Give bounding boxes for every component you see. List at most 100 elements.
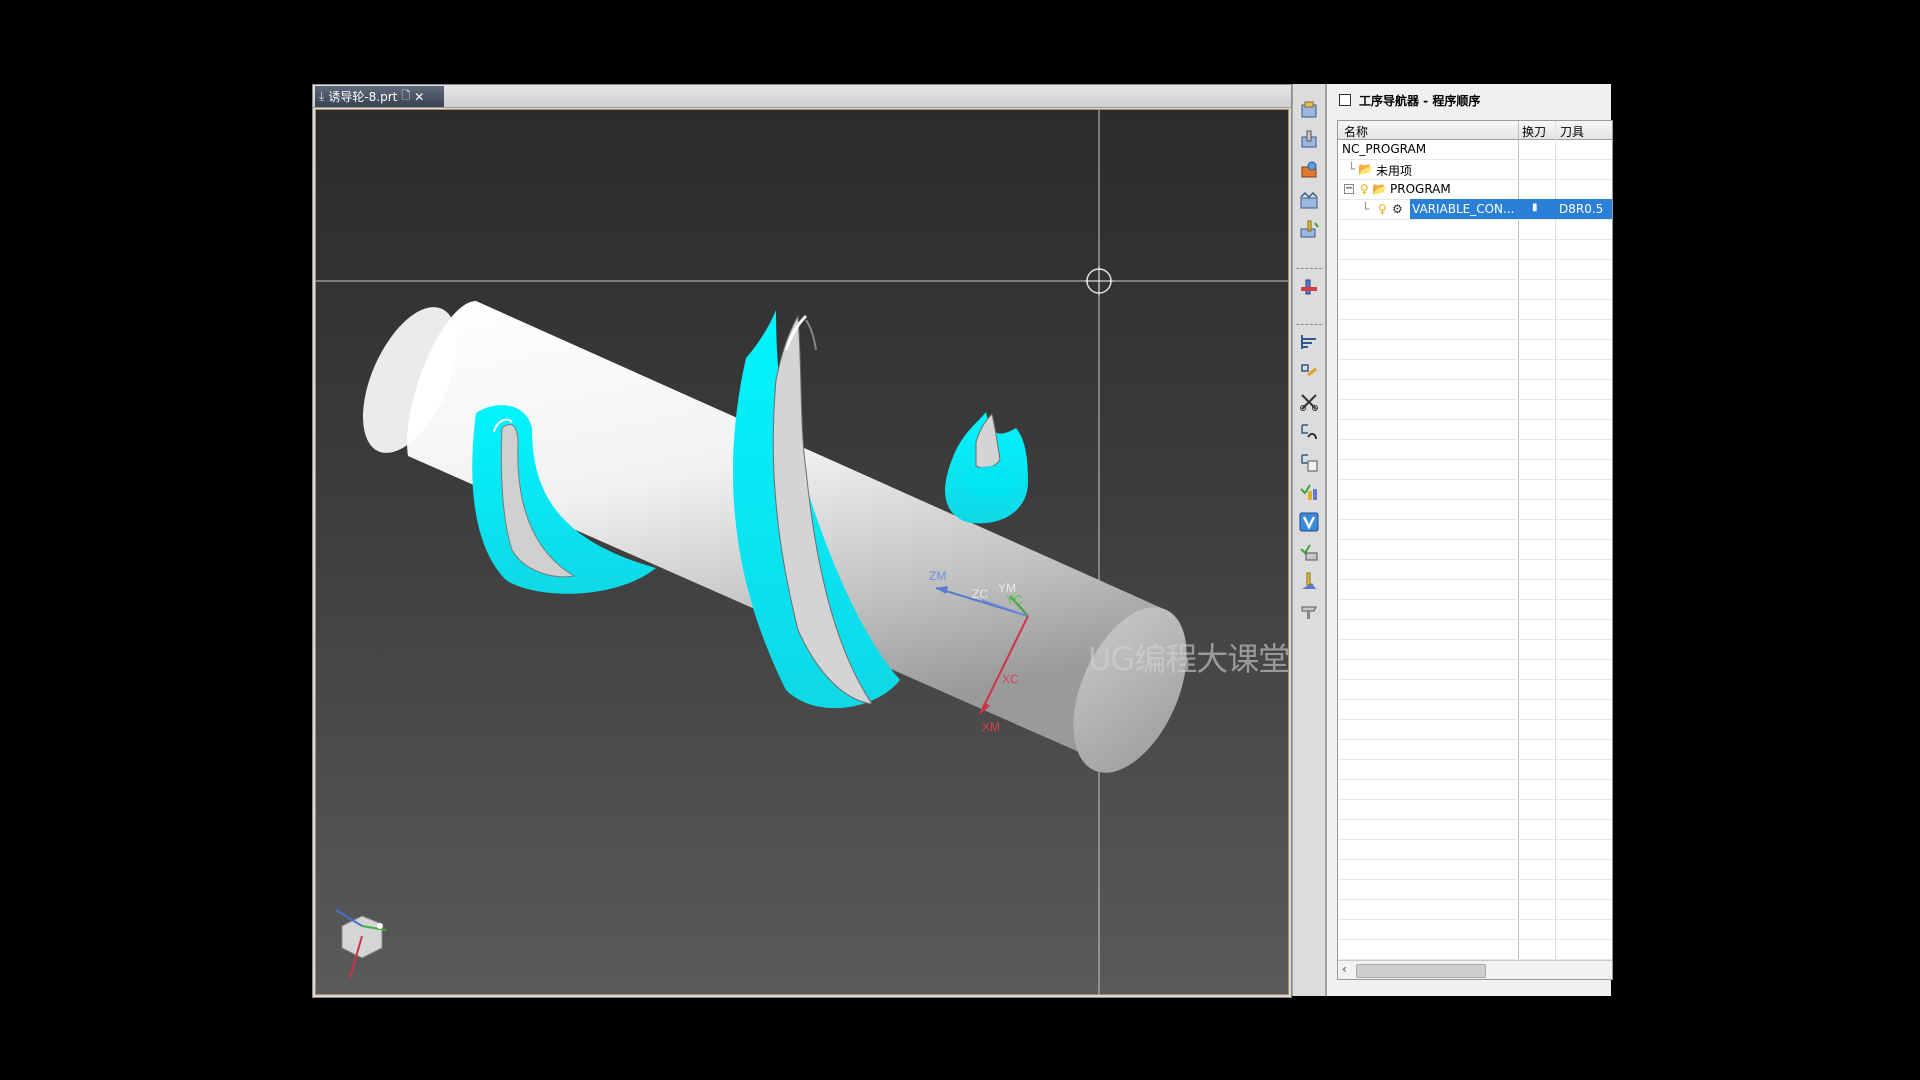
tree-row-label: VARIABLE_CON...: [1412, 202, 1515, 216]
empty-row: [1338, 939, 1612, 960]
axis-label-zm: ZM: [929, 569, 946, 583]
key-icon: ♀: [1378, 202, 1387, 216]
edit-object-icon[interactable]: [1297, 276, 1321, 300]
tree-row-label: PROGRAM: [1390, 182, 1451, 196]
toolpath-right: [945, 412, 1028, 524]
collapse-icon[interactable]: −: [1344, 184, 1354, 194]
paste-icon[interactable]: [1297, 450, 1321, 474]
close-icon[interactable]: ✕: [414, 90, 424, 104]
horizontal-scrollbar[interactable]: ‹: [1338, 960, 1612, 979]
empty-row: [1338, 239, 1612, 260]
empty-row: [1338, 919, 1612, 940]
tree-row-label: 未用项: [1376, 164, 1413, 178]
navigator-title: 工序导航器 - 程序顺序: [1359, 93, 1481, 108]
tree-row-nc-program[interactable]: NC_PROGRAM: [1338, 139, 1612, 160]
create-program-icon[interactable]: [1297, 98, 1321, 122]
operation-navigator-panel: 工序导航器 - 程序顺序 名称 换刀 刀具 NC_PROGRAM └ 📂 未用项…: [1326, 84, 1613, 996]
empty-row: [1338, 279, 1612, 300]
empty-row: [1338, 699, 1612, 720]
empty-row: [1338, 759, 1612, 780]
empty-row: [1338, 979, 1612, 980]
operation-toolbar: [1292, 84, 1326, 996]
empty-row: [1338, 559, 1612, 580]
panel-checkbox-icon[interactable]: [1339, 94, 1351, 106]
empty-row: [1338, 619, 1612, 640]
empty-row: [1338, 539, 1612, 560]
tree-row-variable-contour[interactable]: └ ♀ ⚙ VARIABLE_CON... ▮ D8R0.5: [1338, 199, 1612, 220]
empty-row: [1338, 479, 1612, 500]
verify-icon[interactable]: [1297, 480, 1321, 504]
empty-row: [1338, 779, 1612, 800]
output-icon[interactable]: [1297, 600, 1321, 624]
folder-icon: 📂: [1358, 162, 1373, 176]
tool-cell: D8R0.5: [1559, 202, 1604, 216]
tree-connector-icon: └: [1362, 202, 1370, 216]
empty-row: [1338, 359, 1612, 380]
generate-toolpath-icon[interactable]: [1297, 330, 1321, 354]
create-operation-icon[interactable]: [1297, 218, 1321, 242]
scroll-left-icon[interactable]: ‹: [1342, 962, 1347, 976]
replay-icon[interactable]: [1297, 510, 1321, 534]
key-icon: ♀: [1360, 182, 1369, 196]
tree-row-label: NC_PROGRAM: [1342, 142, 1427, 156]
graphics-viewport[interactable]: ZM ZC YM YC XC XM UG编程大课堂-莫莫: [315, 109, 1289, 995]
tree-row-unused-items[interactable]: └ 📂 未用项: [1338, 159, 1612, 180]
axis-label-xc: XC: [1002, 672, 1019, 686]
empty-row: [1338, 899, 1612, 920]
empty-row: [1338, 499, 1612, 520]
scrollbar-thumb[interactable]: [1356, 964, 1486, 978]
folder-icon: 📂: [1372, 182, 1387, 196]
list-icon[interactable]: [1297, 540, 1321, 564]
create-method-icon[interactable]: [1297, 188, 1321, 212]
pin-icon[interactable]: ⤓: [319, 89, 324, 104]
operation-icon: ⚙: [1392, 202, 1403, 216]
empty-row: [1338, 679, 1612, 700]
empty-row: [1338, 339, 1612, 360]
column-header-row: 名称 换刀 刀具: [1338, 121, 1612, 140]
empty-row: [1338, 639, 1612, 660]
tree-connector-icon: └: [1348, 162, 1356, 176]
empty-row: [1338, 839, 1612, 860]
tool-change-icon: ▮: [1532, 202, 1538, 213]
nx-cam-application: ⤓ 诱导轮-8.prt 🗋 ✕ ZM ZC YM YC XC XM UG编程大课…: [0, 0, 1920, 1080]
document-tab-title: 诱导轮-8.prt: [328, 90, 398, 104]
create-tool-icon[interactable]: [1297, 128, 1321, 152]
column-header-name[interactable]: 名称: [1344, 123, 1368, 140]
empty-row: [1338, 459, 1612, 480]
empty-row: [1338, 259, 1612, 280]
empty-row: [1338, 859, 1612, 880]
cut-icon[interactable]: [1297, 390, 1321, 414]
axis-label-xm: XM: [982, 720, 1000, 734]
empty-row: [1338, 299, 1612, 320]
column-header-tool-change[interactable]: 换刀: [1522, 123, 1546, 140]
tool-icon[interactable]: [1297, 360, 1321, 384]
empty-row: [1338, 219, 1612, 240]
empty-row: [1338, 799, 1612, 820]
empty-row: [1338, 319, 1612, 340]
create-geometry-icon[interactable]: [1297, 158, 1321, 182]
empty-row: [1338, 379, 1612, 400]
axis-label-yc: YC: [1006, 593, 1023, 607]
model-scene: ZM ZC YM YC XC XM: [316, 110, 1288, 994]
empty-row: [1338, 579, 1612, 600]
column-header-tool[interactable]: 刀具: [1560, 123, 1584, 140]
empty-row: [1338, 599, 1612, 620]
postprocess-icon[interactable]: [1297, 570, 1321, 594]
document-tab[interactable]: ⤓ 诱导轮-8.prt 🗋 ✕: [315, 86, 444, 107]
toolbar-separator: [1296, 268, 1322, 269]
empty-row: [1338, 519, 1612, 540]
toolbar-separator: [1296, 324, 1322, 325]
empty-row: [1338, 659, 1612, 680]
empty-row: [1338, 879, 1612, 900]
empty-row: [1338, 739, 1612, 760]
document-icon[interactable]: 🗋: [401, 87, 410, 106]
navigator-tree-table[interactable]: 名称 换刀 刀具 NC_PROGRAM └ 📂 未用项 − ♀ 📂 PROGRA…: [1337, 120, 1613, 980]
document-tab-bar: ⤓ 诱导轮-8.prt 🗋 ✕: [313, 85, 1291, 108]
view-orientation-cube-icon: [335, 909, 387, 979]
tree-row-program[interactable]: − ♀ 📂 PROGRAM: [1338, 179, 1612, 200]
document-window: ⤓ 诱导轮-8.prt 🗋 ✕ ZM ZC YM YC XC XM UG编程大课…: [312, 84, 1292, 998]
watermark-text: UG编程大课堂-莫莫: [1088, 640, 1289, 678]
copy-icon[interactable]: [1297, 420, 1321, 444]
axis-label-zc: ZC: [972, 587, 988, 601]
empty-row: [1338, 819, 1612, 840]
